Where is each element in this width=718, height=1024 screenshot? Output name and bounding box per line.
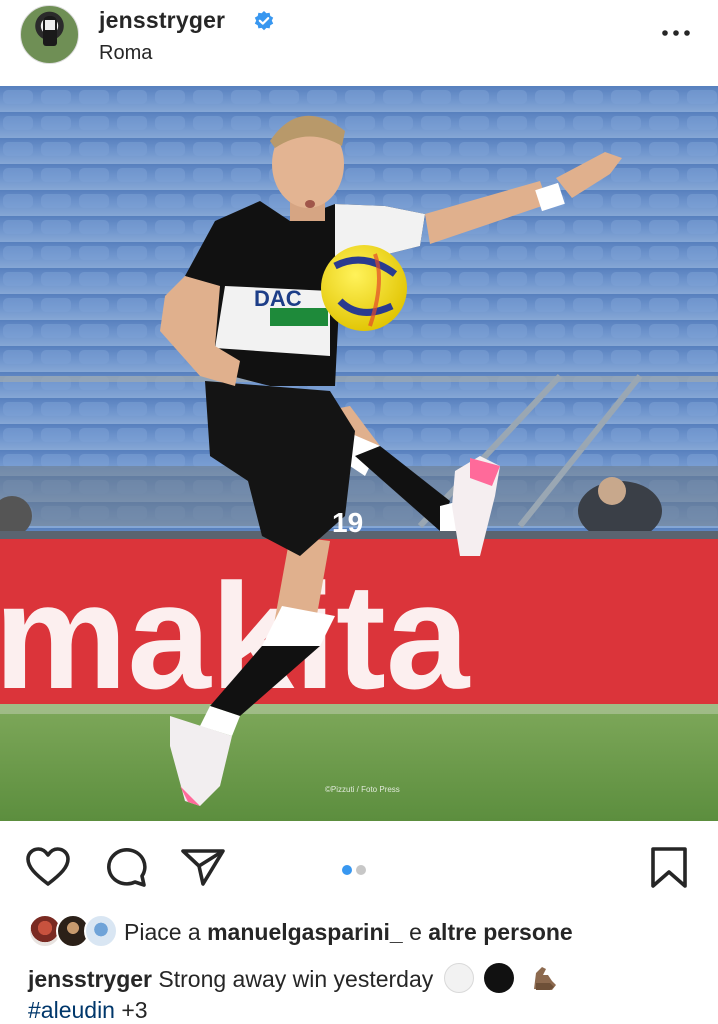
caption-text: Strong away win yesterday [152, 966, 434, 992]
post-header: jensstryger Roma [0, 0, 718, 86]
post-username[interactable]: jensstryger [99, 7, 225, 34]
post-location[interactable]: Roma [99, 42, 152, 65]
carousel-dot-active [342, 865, 352, 875]
heart-icon[interactable] [25, 846, 71, 888]
verified-badge-icon [254, 11, 274, 31]
white-circle-emoji-icon [443, 963, 474, 993]
svg-text:19: 19 [332, 507, 363, 538]
caption-hashtag[interactable]: #aleudin [28, 997, 115, 1023]
likes-middle: e [402, 919, 429, 945]
liker-avatars[interactable] [28, 914, 118, 950]
photo-illustration: makita 19 DAC ©Pizzuti / Foto Press [0, 86, 718, 821]
likes-prefix: Piace a [124, 919, 208, 945]
profile-avatar[interactable] [20, 5, 79, 64]
post-caption: jensstryger Strong away win yesterday #a… [28, 963, 708, 1024]
carousel-dot [356, 865, 366, 875]
likes-row: Piace a manuelgasparini_ e altre persone [0, 908, 718, 958]
svg-text:DAC: DAC [254, 286, 302, 311]
carousel-indicator [342, 862, 370, 875]
flexed-biceps-emoji-icon [534, 967, 557, 990]
liker-avatar [84, 914, 118, 948]
send-icon[interactable] [180, 846, 226, 888]
caption-more[interactable]: +3 [115, 997, 147, 1023]
caption-username[interactable]: jensstryger [28, 966, 152, 992]
likes-username[interactable]: manuelgasparini_ [207, 919, 403, 945]
action-bar [0, 822, 718, 908]
avatar-figure-shirt [45, 20, 55, 30]
bookmark-icon[interactable] [646, 846, 692, 888]
post-photo[interactable]: makita 19 DAC ©Pizzuti / Foto Press [0, 86, 718, 821]
photo-watermark: ©Pizzuti / Foto Press [325, 785, 400, 794]
comment-icon[interactable] [104, 846, 150, 888]
likes-others-link[interactable]: altre persone [428, 919, 572, 945]
likes-text: Piace a manuelgasparini_ e altre persone [124, 919, 573, 946]
black-circle-emoji-icon [484, 963, 515, 993]
more-options-icon[interactable] [660, 20, 692, 44]
